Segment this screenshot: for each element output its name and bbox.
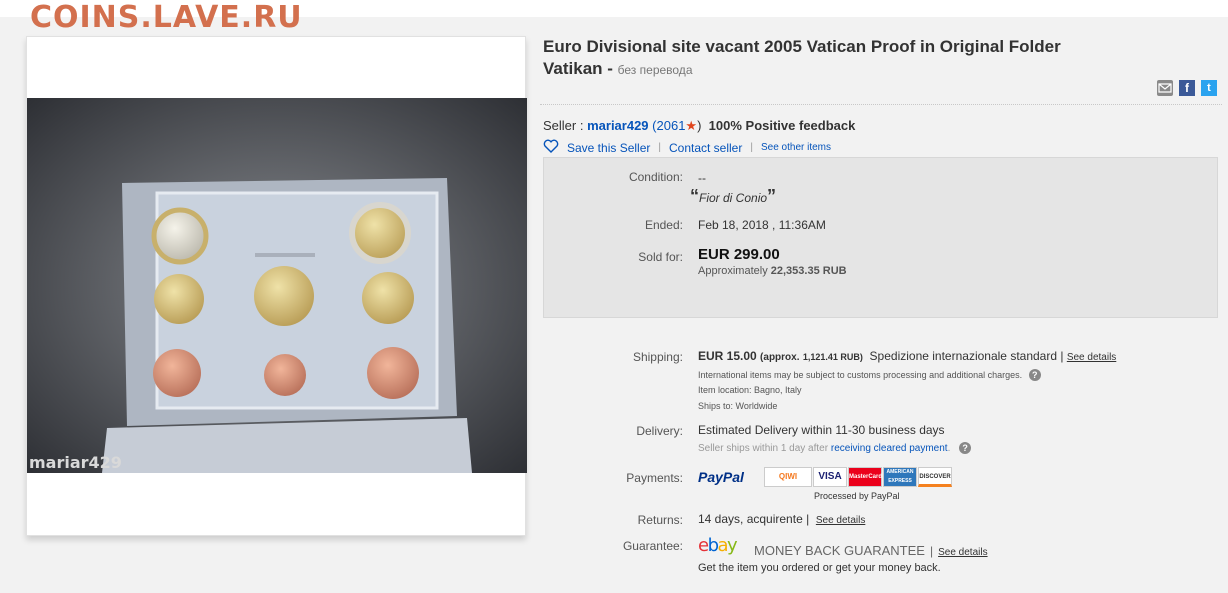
ended-label: Ended: xyxy=(644,218,683,232)
seller-label: Seller : xyxy=(543,118,584,133)
twitter-icon[interactable]: t xyxy=(1201,80,1217,96)
seller-name-link[interactable]: mariar429 xyxy=(587,118,648,133)
discover-logo: DISCOVER xyxy=(918,467,952,487)
delivery-note-prefix: Seller ships within 1 day after xyxy=(698,443,829,454)
qiwi-logo: QIWI xyxy=(764,467,812,487)
money-back-guarantee: MONEY BACK GUARANTEE xyxy=(754,543,925,558)
shipping-label: Shipping: xyxy=(632,350,683,364)
facebook-icon[interactable]: f xyxy=(1179,80,1195,96)
shipping-note1-row: International items may be subject to cu… xyxy=(698,369,1041,381)
item-location: Item location: Bagno, Italy xyxy=(698,385,802,395)
seller-score-close: ) xyxy=(697,118,702,133)
sold-label: Sold for: xyxy=(638,250,683,264)
divider xyxy=(540,104,1222,105)
mastercard-logo: MasterCard xyxy=(848,467,882,487)
cleared-payment-link[interactable]: receiving cleared payment xyxy=(831,443,948,454)
sold-value: EUR 299.00 xyxy=(698,246,780,263)
shipping-see-details-link[interactable]: See details xyxy=(1067,352,1116,363)
payment-logos: PayPal QIWI VISA MasterCard AMERICAN EXP… xyxy=(698,467,953,487)
seller-info: Seller : mariar429 (2061★) 100% Positive… xyxy=(543,118,855,134)
ebay-logo: ebay xyxy=(698,535,740,555)
paypal-logo: PayPal xyxy=(698,469,744,485)
guarantee-separator: | xyxy=(929,544,934,558)
guarantee-see-details-link[interactable]: See details xyxy=(938,547,987,558)
contact-seller-link[interactable]: Contact seller xyxy=(669,141,742,155)
delivery-note: Seller ships within 1 day after receivin… xyxy=(698,442,972,454)
condition-label: Condition: xyxy=(628,170,683,184)
shipping-price: EUR 15.00 xyxy=(698,349,757,363)
visa-logo: VISA xyxy=(813,467,847,487)
seller-score-link[interactable]: (2061 xyxy=(652,118,685,133)
condition-quote-text: Fior di Conio xyxy=(699,191,768,205)
email-icon[interactable] xyxy=(1157,80,1173,96)
help-icon[interactable]: ? xyxy=(959,442,972,454)
site-watermark: COINS.LAVE.RU xyxy=(30,0,303,35)
guarantee-tagline: Get the item you ordered or get your mon… xyxy=(698,562,941,574)
seller-links: Save this Seller | Contact seller | See … xyxy=(543,139,831,156)
heart-icon[interactable] xyxy=(543,139,559,156)
help-icon[interactable]: ? xyxy=(1028,369,1041,381)
title-line1: Euro Divisional site vacant 2005 Vatican… xyxy=(543,37,1061,56)
seller-feedback: 100% Positive feedback xyxy=(708,118,856,133)
image-panel[interactable]: mariar429 xyxy=(26,36,527,536)
shipping-approx: (approx. xyxy=(760,352,800,363)
shipping-note1: International items may be subject to cu… xyxy=(698,370,1023,380)
listing-title: Euro Divisional site vacant 2005 Vatican… xyxy=(543,36,1183,81)
amex-logo: AMERICAN EXPRESS xyxy=(883,467,917,487)
ships-to: Ships to: Worldwide xyxy=(698,401,778,411)
svg-text:ebay: ebay xyxy=(698,535,738,555)
returns-label: Returns: xyxy=(637,513,683,527)
title-note: без перевода xyxy=(617,63,693,77)
see-other-items-link[interactable]: See other items xyxy=(761,142,831,153)
returns-see-details-link[interactable]: See details xyxy=(816,515,865,526)
photo-watermark: mariar429 xyxy=(29,453,122,472)
condition-quote: “Fior di Conio” xyxy=(690,186,777,206)
processed-by-paypal: Processed by PayPal xyxy=(814,491,900,501)
guarantee-line: ebay MONEY BACK GUARANTEE | See details xyxy=(698,535,988,558)
share-icons: f t xyxy=(1157,80,1217,96)
separator: | xyxy=(750,142,753,153)
delivery-note-suffix: . xyxy=(947,443,951,454)
delivery-label: Delivery: xyxy=(636,424,683,438)
guarantee-label: Guarantee: xyxy=(622,539,683,553)
condition-value: -- xyxy=(698,171,706,185)
shipping-method: Spedizione internazionale standard | xyxy=(869,349,1064,363)
delivery-value: Estimated Delivery within 11-30 business… xyxy=(698,423,945,437)
separator: | xyxy=(658,142,661,153)
star-icon: ★ xyxy=(685,118,698,133)
title-line2: Vatikan - xyxy=(543,59,613,78)
returns-value: 14 days, acquirente | xyxy=(698,512,810,526)
returns-line: 14 days, acquirente | See details xyxy=(698,512,865,526)
approx-price: Approximately 22,353.35 RUB xyxy=(698,265,847,277)
shipping-line: EUR 15.00 (approx. 1,121.41 RUB) Spedizi… xyxy=(698,349,1116,363)
save-seller-link[interactable]: Save this Seller xyxy=(567,141,650,155)
approx-label: Approximately xyxy=(698,265,768,277)
shipping-approx-value: 1,121.41 RUB) xyxy=(802,352,863,362)
ended-value: Feb 18, 2018 , 11:36AM xyxy=(698,218,826,232)
item-photo[interactable]: mariar429 xyxy=(27,98,527,473)
payments-label: Payments: xyxy=(626,471,683,485)
approx-value: 22,353.35 RUB xyxy=(770,265,847,277)
